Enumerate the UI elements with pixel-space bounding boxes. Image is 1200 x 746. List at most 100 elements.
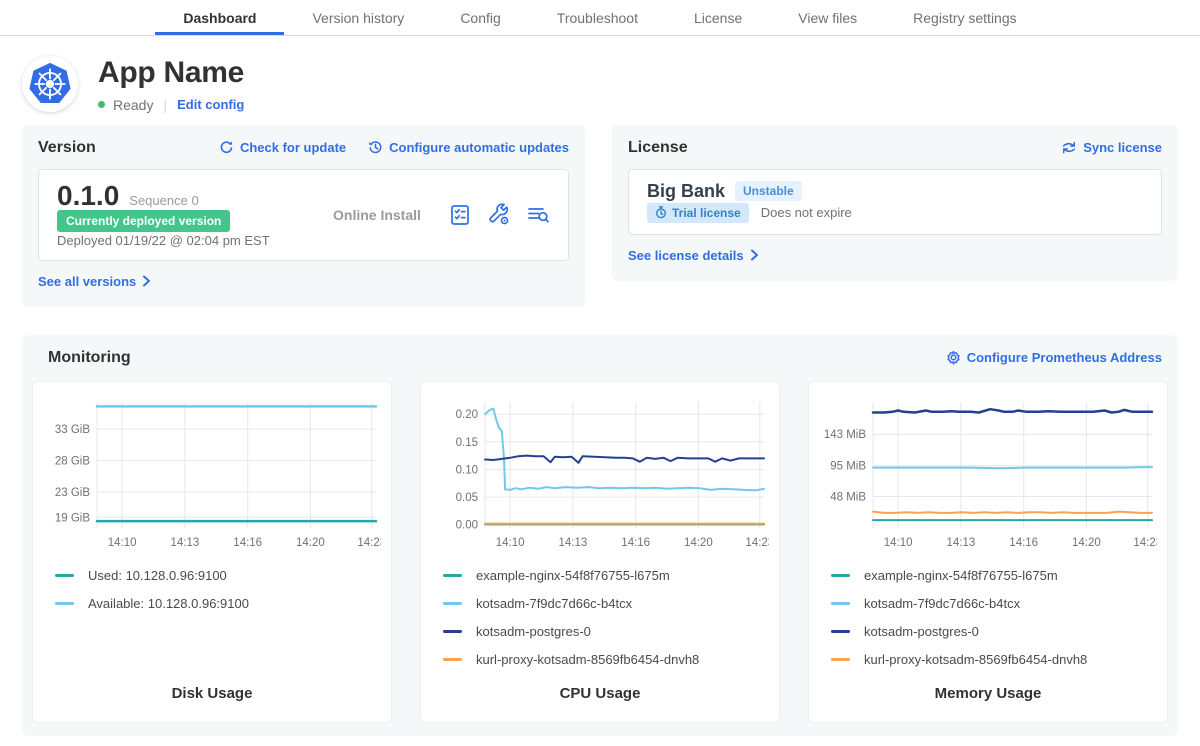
legend-label: kotsadm-postgres-0 [476,624,591,639]
legend-label: kurl-proxy-kotsadm-8569fb6454-dnvh8 [476,652,699,667]
svg-text:95 MiB: 95 MiB [830,460,866,472]
svg-text:14:23: 14:23 [357,537,381,549]
see-license-details-link[interactable]: See license details [628,248,759,263]
chevron-right-icon [142,275,151,287]
legend-item: kotsadm-7f9dc7d66c-b4tcx [443,596,767,611]
legend-dash-icon [831,658,850,661]
license-panel-title: License [628,139,688,157]
chart-title-cpu-usage: CPU Usage [433,685,767,702]
chart-plot: 14:1014:1314:1614:2014:2333 GiB28 GiB23 … [45,394,381,554]
chart-title-memory-usage: Memory Usage [821,685,1155,702]
tab-config[interactable]: Config [432,0,528,35]
svg-text:143 MiB: 143 MiB [824,429,867,441]
svg-text:48 MiB: 48 MiB [830,491,866,503]
monitoring-title: Monitoring [48,349,131,367]
gear-icon [946,350,961,365]
svg-text:14:23: 14:23 [745,537,769,549]
legend-dash-icon [55,602,74,605]
chart-legend: example-nginx-54f8f76755-l675m kotsadm-7f… [433,568,767,667]
preflight-checks-icon[interactable] [448,203,472,227]
svg-text:0.20: 0.20 [456,409,478,421]
configure-prometheus-link[interactable]: Configure Prometheus Address [946,350,1162,365]
chart-legend: Used: 10.128.0.96:9100 Available: 10.128.… [45,568,379,611]
svg-text:14:13: 14:13 [947,537,976,549]
legend-label: example-nginx-54f8f76755-l675m [864,568,1058,583]
tab-registry-settings[interactable]: Registry settings [885,0,1044,35]
tab-troubleshoot[interactable]: Troubleshoot [529,0,666,35]
tab-version-history[interactable]: Version history [284,0,432,35]
svg-text:23 GiB: 23 GiB [55,487,90,499]
version-panel: Version Check for update Configure autom… [22,125,585,307]
svg-text:33 GiB: 33 GiB [55,424,90,436]
svg-text:14:16: 14:16 [233,537,262,549]
deployed-date: Deployed 01/19/22 @ 02:04 pm EST [57,233,297,248]
legend-dash-icon [443,602,462,605]
chart-card-disk-usage: 14:1014:1314:1614:2014:2333 GiB28 GiB23 … [32,381,392,723]
sync-icon [1061,140,1077,155]
svg-text:14:10: 14:10 [496,537,525,549]
configure-automatic-updates-link[interactable]: Configure automatic updates [368,140,569,155]
status-text: Ready [113,97,153,113]
chart-plot: 14:1014:1314:1614:2014:23143 MiB95 MiB48… [821,394,1157,554]
deploy-logs-icon[interactable] [526,203,550,227]
legend-dash-icon [443,574,462,577]
legend-item: Used: 10.128.0.96:9100 [55,568,379,583]
legend-item: example-nginx-54f8f76755-l675m [831,568,1155,583]
legend-item: Available: 10.128.0.96:9100 [55,596,379,611]
license-expiry: Does not expire [761,205,852,220]
edit-config-link[interactable]: Edit config [177,97,244,112]
svg-text:14:20: 14:20 [296,537,325,549]
legend-item: kurl-proxy-kotsadm-8569fb6454-dnvh8 [831,652,1155,667]
legend-item: kotsadm-7f9dc7d66c-b4tcx [831,596,1155,611]
legend-label: kotsadm-7f9dc7d66c-b4tcx [864,596,1020,611]
svg-text:0.00: 0.00 [456,519,478,531]
see-all-versions-link[interactable]: See all versions [38,274,151,289]
license-customer-name: Big Bank [647,181,725,202]
kubernetes-icon [27,61,73,107]
svg-text:0.15: 0.15 [456,436,478,448]
version-number: 0.1.0 [57,182,119,210]
svg-text:14:13: 14:13 [171,537,200,549]
svg-text:14:13: 14:13 [559,537,588,549]
legend-label: Available: 10.128.0.96:9100 [88,596,249,611]
legend-dash-icon [831,630,850,633]
version-sequence: Sequence 0 [129,193,198,208]
current-version-card: 0.1.0 Sequence 0 Currently deployed vers… [38,169,569,261]
svg-text:19 GiB: 19 GiB [55,512,90,524]
chart-card-cpu-usage: 14:1014:1314:1614:2014:230.200.150.100.0… [420,381,780,723]
tab-dashboard[interactable]: Dashboard [155,0,284,35]
license-summary-card: Big Bank Unstable Trial license Does not… [628,169,1162,235]
license-type-badge: Trial license [647,203,749,223]
top-nav: DashboardVersion historyConfigTroublesho… [0,0,1200,36]
legend-label: kurl-proxy-kotsadm-8569fb6454-dnvh8 [864,652,1087,667]
legend-label: kotsadm-7f9dc7d66c-b4tcx [476,596,632,611]
svg-text:14:20: 14:20 [684,537,713,549]
license-panel: License Sync license Big Bank Unstable T… [612,125,1178,281]
chart-title-disk-usage: Disk Usage [45,685,379,702]
install-type: Online Install [333,207,421,223]
check-for-update-link[interactable]: Check for update [219,140,346,155]
sync-license-link[interactable]: Sync license [1061,140,1162,155]
refresh-icon [219,140,234,155]
svg-text:28 GiB: 28 GiB [55,455,90,467]
legend-item: kotsadm-postgres-0 [443,624,767,639]
deployed-badge: Currently deployed version [57,210,230,232]
svg-text:0.05: 0.05 [456,492,478,504]
svg-text:14:20: 14:20 [1072,537,1101,549]
legend-dash-icon [831,574,850,577]
legend-dash-icon [443,658,462,661]
monitoring-panel: Monitoring Configure Prometheus Address … [22,335,1178,736]
legend-item: example-nginx-54f8f76755-l675m [443,568,767,583]
tab-license[interactable]: License [666,0,770,35]
app-header: App Name Ready | Edit config [0,36,1200,113]
chart-plot: 14:1014:1314:1614:2014:230.200.150.100.0… [433,394,769,554]
app-logo [22,56,78,112]
chevron-right-icon [750,249,759,261]
legend-label: example-nginx-54f8f76755-l675m [476,568,670,583]
svg-text:14:16: 14:16 [1009,537,1038,549]
stopwatch-icon [655,206,667,219]
config-wrench-icon[interactable] [487,203,511,227]
tab-view-files[interactable]: View files [770,0,885,35]
svg-text:14:23: 14:23 [1133,537,1157,549]
status-dot [98,101,105,108]
